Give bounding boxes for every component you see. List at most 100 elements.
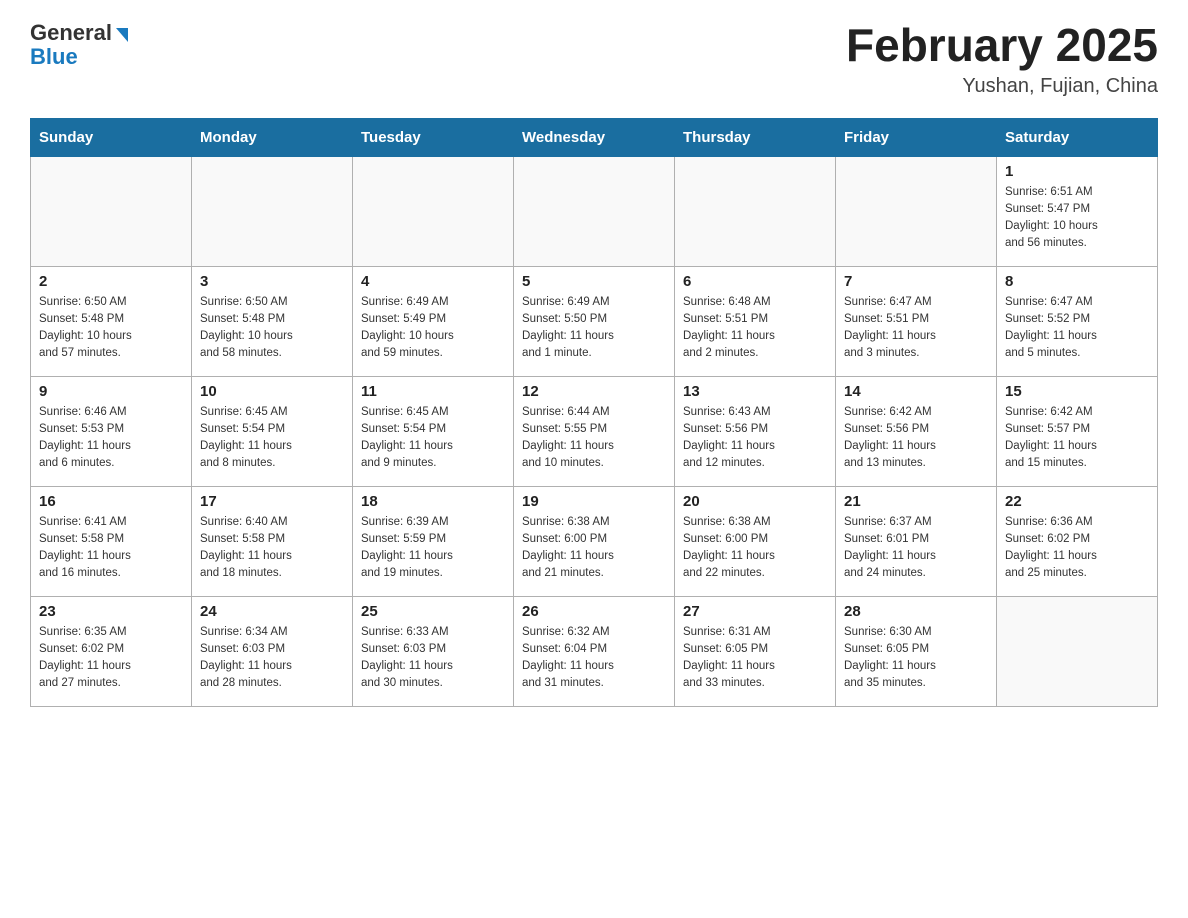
calendar-day-cell: 21 Sunrise: 6:37 AM Sunset: 6:01 PM Dayli… xyxy=(836,486,997,596)
calendar-week-row: 16 Sunrise: 6:41 AM Sunset: 5:58 PM Dayli… xyxy=(31,486,1158,596)
weekday-header: Tuesday xyxy=(353,118,514,156)
weekday-header: Sunday xyxy=(31,118,192,156)
day-number: 19 xyxy=(522,493,666,510)
day-number: 26 xyxy=(522,603,666,620)
day-number: 10 xyxy=(200,383,344,400)
day-number: 8 xyxy=(1005,273,1149,290)
calendar-day-cell: 18Sunrise: 6:39 AM Sunset: 5:59 PM Dayli… xyxy=(353,486,514,596)
day-info: Sunrise: 6:45 AM Sunset: 5:54 PM Dayligh… xyxy=(361,404,505,473)
day-number: 11 xyxy=(361,383,505,400)
day-number: 24 xyxy=(200,603,344,620)
day-number: 20 xyxy=(683,493,827,510)
day-info: Sunrise: 6:50 AM Sunset: 5:48 PM Dayligh… xyxy=(39,294,183,363)
calendar-day-cell xyxy=(353,156,514,266)
calendar-week-row: 23 Sunrise: 6:35 AM Sunset: 6:02 PM Dayli… xyxy=(31,596,1158,706)
weekday-header: Friday xyxy=(836,118,997,156)
weekday-header: Wednesday xyxy=(514,118,675,156)
calendar-day-cell: 8 Sunrise: 6:47 AM Sunset: 5:52 PM Daylig… xyxy=(997,266,1158,376)
calendar-day-cell: 1Sunrise: 6:51 AM Sunset: 5:47 PM Daylig… xyxy=(997,156,1158,266)
calendar-title: February 2025 xyxy=(846,20,1158,71)
day-info: Sunrise: 6:31 AM Sunset: 6:05 PM Dayligh… xyxy=(683,624,827,693)
day-info: Sunrise: 6:45 AM Sunset: 5:54 PM Dayligh… xyxy=(200,404,344,473)
calendar-day-cell: 7 Sunrise: 6:47 AM Sunset: 5:51 PM Daylig… xyxy=(836,266,997,376)
day-number: 12 xyxy=(522,383,666,400)
calendar-day-cell: 13 Sunrise: 6:43 AM Sunset: 5:56 PM Dayli… xyxy=(675,376,836,486)
day-info: Sunrise: 6:47 AM Sunset: 5:52 PM Dayligh… xyxy=(1005,294,1149,363)
calendar-day-cell xyxy=(514,156,675,266)
day-number: 21 xyxy=(844,493,988,510)
day-info: Sunrise: 6:51 AM Sunset: 5:47 PM Dayligh… xyxy=(1005,184,1149,253)
calendar-day-cell: 5 Sunrise: 6:49 AM Sunset: 5:50 PM Daylig… xyxy=(514,266,675,376)
calendar-day-cell: 16 Sunrise: 6:41 AM Sunset: 5:58 PM Dayli… xyxy=(31,486,192,596)
day-number: 28 xyxy=(844,603,988,620)
day-number: 25 xyxy=(361,603,505,620)
day-info: Sunrise: 6:50 AM Sunset: 5:48 PM Dayligh… xyxy=(200,294,344,363)
day-info: Sunrise: 6:47 AM Sunset: 5:51 PM Dayligh… xyxy=(844,294,988,363)
calendar-day-cell xyxy=(31,156,192,266)
logo: General Blue xyxy=(30,20,128,70)
calendar-day-cell: 15 Sunrise: 6:42 AM Sunset: 5:57 PM Dayli… xyxy=(997,376,1158,486)
day-number: 15 xyxy=(1005,383,1149,400)
day-number: 4 xyxy=(361,273,505,290)
day-number: 22 xyxy=(1005,493,1149,510)
logo-blue-text: Blue xyxy=(30,44,78,70)
day-number: 17 xyxy=(200,493,344,510)
day-info: Sunrise: 6:44 AM Sunset: 5:55 PM Dayligh… xyxy=(522,404,666,473)
day-number: 16 xyxy=(39,493,183,510)
calendar-day-cell: 3 Sunrise: 6:50 AM Sunset: 5:48 PM Daylig… xyxy=(192,266,353,376)
calendar-day-cell: 20 Sunrise: 6:38 AM Sunset: 6:00 PM Dayli… xyxy=(675,486,836,596)
calendar-day-cell: 14Sunrise: 6:42 AM Sunset: 5:56 PM Dayli… xyxy=(836,376,997,486)
day-info: Sunrise: 6:43 AM Sunset: 5:56 PM Dayligh… xyxy=(683,404,827,473)
day-number: 6 xyxy=(683,273,827,290)
day-info: Sunrise: 6:32 AM Sunset: 6:04 PM Dayligh… xyxy=(522,624,666,693)
day-info: Sunrise: 6:46 AM Sunset: 5:53 PM Dayligh… xyxy=(39,404,183,473)
day-info: Sunrise: 6:35 AM Sunset: 6:02 PM Dayligh… xyxy=(39,624,183,693)
day-number: 13 xyxy=(683,383,827,400)
weekday-header: Monday xyxy=(192,118,353,156)
calendar-day-cell: 2Sunrise: 6:50 AM Sunset: 5:48 PM Daylig… xyxy=(31,266,192,376)
day-info: Sunrise: 6:42 AM Sunset: 5:57 PM Dayligh… xyxy=(1005,404,1149,473)
calendar-day-cell: 4 Sunrise: 6:49 AM Sunset: 5:49 PM Daylig… xyxy=(353,266,514,376)
day-info: Sunrise: 6:30 AM Sunset: 6:05 PM Dayligh… xyxy=(844,624,988,693)
day-info: Sunrise: 6:38 AM Sunset: 6:00 PM Dayligh… xyxy=(522,514,666,583)
weekday-header: Thursday xyxy=(675,118,836,156)
calendar-day-cell: 12 Sunrise: 6:44 AM Sunset: 5:55 PM Dayli… xyxy=(514,376,675,486)
day-info: Sunrise: 6:33 AM Sunset: 6:03 PM Dayligh… xyxy=(361,624,505,693)
calendar-day-cell: 23 Sunrise: 6:35 AM Sunset: 6:02 PM Dayli… xyxy=(31,596,192,706)
day-info: Sunrise: 6:34 AM Sunset: 6:03 PM Dayligh… xyxy=(200,624,344,693)
calendar-day-cell xyxy=(997,596,1158,706)
logo-general-text: General xyxy=(30,20,112,46)
day-info: Sunrise: 6:48 AM Sunset: 5:51 PM Dayligh… xyxy=(683,294,827,363)
calendar-day-cell xyxy=(192,156,353,266)
calendar-day-cell: 28 Sunrise: 6:30 AM Sunset: 6:05 PM Dayli… xyxy=(836,596,997,706)
logo-arrow-icon xyxy=(116,28,128,42)
calendar-week-row: 9Sunrise: 6:46 AM Sunset: 5:53 PM Daylig… xyxy=(31,376,1158,486)
day-number: 7 xyxy=(844,273,988,290)
calendar-day-cell xyxy=(675,156,836,266)
day-number: 3 xyxy=(200,273,344,290)
day-number: 14 xyxy=(844,383,988,400)
calendar-day-cell: 26 Sunrise: 6:32 AM Sunset: 6:04 PM Dayli… xyxy=(514,596,675,706)
day-info: Sunrise: 6:40 AM Sunset: 5:58 PM Dayligh… xyxy=(200,514,344,583)
calendar-day-cell: 17 Sunrise: 6:40 AM Sunset: 5:58 PM Dayli… xyxy=(192,486,353,596)
day-number: 27 xyxy=(683,603,827,620)
day-info: Sunrise: 6:37 AM Sunset: 6:01 PM Dayligh… xyxy=(844,514,988,583)
calendar-day-cell: 25 Sunrise: 6:33 AM Sunset: 6:03 PM Dayli… xyxy=(353,596,514,706)
calendar-day-cell: 22 Sunrise: 6:36 AM Sunset: 6:02 PM Dayli… xyxy=(997,486,1158,596)
calendar-week-row: 2Sunrise: 6:50 AM Sunset: 5:48 PM Daylig… xyxy=(31,266,1158,376)
title-block: February 2025 Yushan, Fujian, China xyxy=(846,20,1158,98)
day-info: Sunrise: 6:49 AM Sunset: 5:49 PM Dayligh… xyxy=(361,294,505,363)
day-number: 18 xyxy=(361,493,505,510)
calendar-day-cell: 10 Sunrise: 6:45 AM Sunset: 5:54 PM Dayli… xyxy=(192,376,353,486)
day-info: Sunrise: 6:41 AM Sunset: 5:58 PM Dayligh… xyxy=(39,514,183,583)
calendar-subtitle: Yushan, Fujian, China xyxy=(846,75,1158,98)
day-number: 23 xyxy=(39,603,183,620)
day-info: Sunrise: 6:36 AM Sunset: 6:02 PM Dayligh… xyxy=(1005,514,1149,583)
page-header: General Blue February 2025 Yushan, Fujia… xyxy=(30,20,1158,98)
calendar-day-cell: 11 Sunrise: 6:45 AM Sunset: 5:54 PM Dayli… xyxy=(353,376,514,486)
day-info: Sunrise: 6:49 AM Sunset: 5:50 PM Dayligh… xyxy=(522,294,666,363)
day-number: 5 xyxy=(522,273,666,290)
calendar-day-cell: 6 Sunrise: 6:48 AM Sunset: 5:51 PM Daylig… xyxy=(675,266,836,376)
day-info: Sunrise: 6:38 AM Sunset: 6:00 PM Dayligh… xyxy=(683,514,827,583)
calendar-table: SundayMondayTuesdayWednesdayThursdayFrid… xyxy=(30,118,1158,707)
